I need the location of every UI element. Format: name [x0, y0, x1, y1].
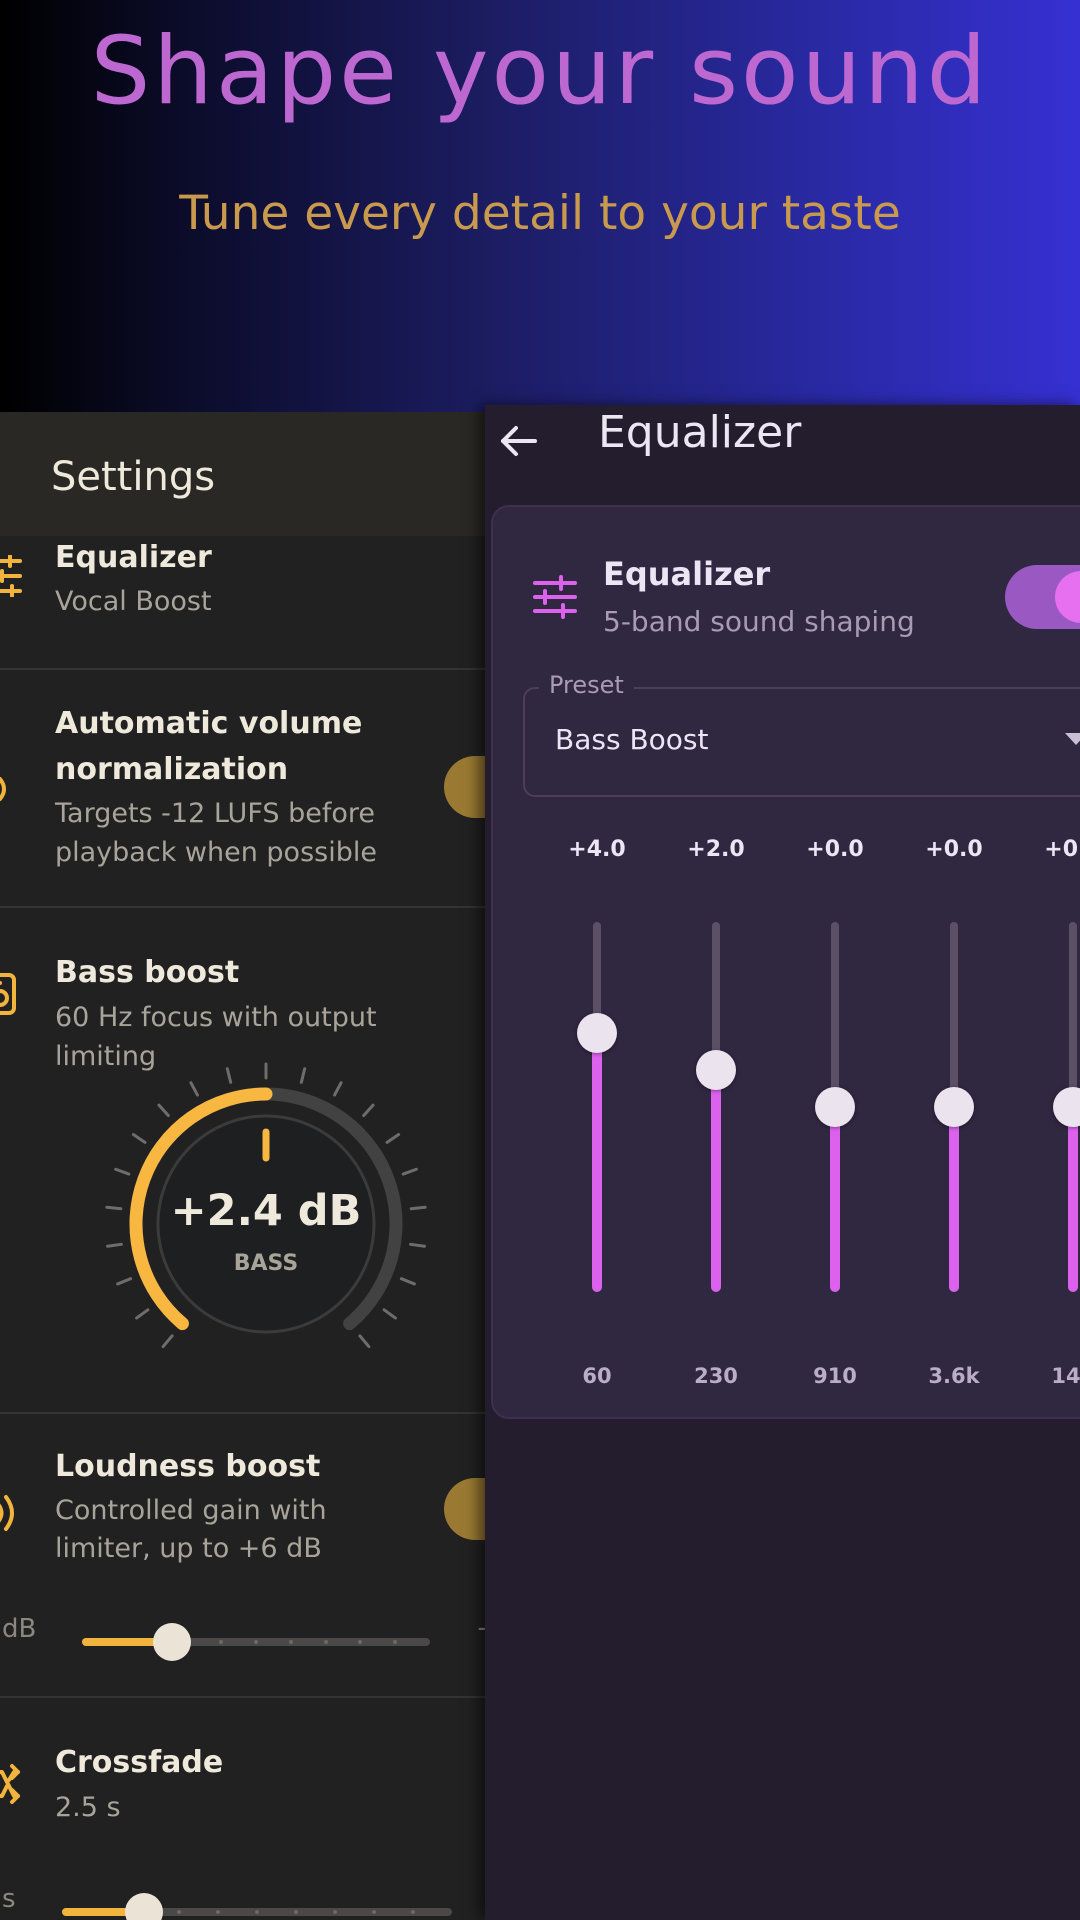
knob-tick: [116, 1277, 133, 1286]
knob-tick: [362, 1103, 375, 1118]
eq-band-fill: [830, 1107, 840, 1292]
knob-tick: [106, 1242, 123, 1248]
knob-tick: [114, 1167, 131, 1176]
knob-tick: [225, 1067, 233, 1084]
hero-title: Shape your sound: [90, 17, 990, 126]
divider: [0, 906, 486, 908]
eq-band-frequency: 3.6k: [928, 1364, 980, 1388]
bass-knob[interactable]: +2.4 dB BASS: [98, 1062, 434, 1352]
slider-tick: [288, 1640, 293, 1644]
normalization-desc-line1: Targets -12 LUFS before: [55, 798, 375, 829]
volume-icon: [0, 1495, 14, 1531]
settings-app-bar: Settings: [0, 412, 486, 536]
speaker-box-icon: [0, 973, 16, 1015]
slider-tick: [177, 1910, 181, 1914]
normalization-title-line1: Automatic volume: [55, 706, 363, 741]
slider-thumb[interactable]: [124, 1893, 163, 1920]
crossfade-subtitle: 2.5 s: [55, 1792, 121, 1823]
eq-band-frequency: 230: [694, 1364, 738, 1388]
knob-tick: [333, 1081, 343, 1097]
loudness-min-label: dB: [2, 1614, 37, 1644]
crossfade-slider[interactable]: [62, 1892, 452, 1920]
slider-tick: [216, 1910, 220, 1914]
eq-band-230: +2.0 230: [656, 507, 776, 1421]
equalizer-card: Equalizer 5-band sound shaping Preset Ba…: [491, 505, 1080, 1419]
slider-tick: [254, 1640, 258, 1644]
knob-tick: [161, 1334, 174, 1349]
equalizer-screen-title: Equalizer: [598, 407, 802, 458]
eq-band-thumb[interactable]: [815, 1087, 855, 1127]
eq-band-thumb[interactable]: [577, 1013, 617, 1053]
eq-band-thumb[interactable]: [1053, 1087, 1080, 1127]
eq-band-frequency: 60: [582, 1364, 612, 1388]
divider: [0, 668, 486, 670]
slider-tick: [255, 1910, 259, 1914]
eq-band-frequency: 910: [813, 1364, 857, 1388]
eq-band-60: +4.0 60: [537, 507, 657, 1421]
crossfade-title: Crossfade: [55, 1745, 224, 1780]
divider: [0, 1412, 486, 1414]
eq-band-fill: [711, 1070, 721, 1292]
knob-tick: [135, 1308, 150, 1320]
knob-tick: [401, 1167, 418, 1176]
knob-tick: [409, 1205, 427, 1211]
slider-thumb[interactable]: [153, 1623, 192, 1661]
bass-boost-title: Bass boost: [55, 955, 240, 990]
normalization-desc-line2: playback when possible: [55, 837, 377, 868]
hero-subtitle: Tune every detail to your taste: [179, 186, 901, 241]
knob-tick: [299, 1067, 307, 1084]
normalization-toggle[interactable]: [444, 756, 486, 818]
eq-band-fill: [949, 1107, 959, 1292]
knob-tick: [385, 1133, 401, 1144]
eq-band-thumb[interactable]: [696, 1050, 736, 1090]
settings-screen: Settings Equalizer Vocal Boost Automatic…: [0, 412, 486, 1920]
normalization-title-line2: normalization: [55, 752, 289, 787]
knob-tick: [131, 1133, 147, 1144]
speaker-icon: [0, 777, 6, 801]
loudness-slider[interactable]: [82, 1622, 430, 1662]
divider: [0, 1696, 486, 1698]
knob-tick: [157, 1103, 170, 1118]
eq-band-gain: +0.0: [806, 837, 864, 862]
settings-title: Settings: [51, 454, 216, 500]
equalizer-setting-title: Equalizer: [55, 540, 212, 575]
slider-tick: [372, 1910, 376, 1914]
knob-tick: [358, 1334, 371, 1349]
knob-tick: [189, 1081, 199, 1097]
hero-banner: Shape your sound Tune every detail to yo…: [0, 0, 1080, 412]
slider-tick: [411, 1910, 415, 1914]
shuffle-icon: [0, 1764, 20, 1804]
equalizer-setting-subtitle: Vocal Boost: [55, 586, 212, 617]
knob-label: BASS: [234, 1251, 299, 1276]
eq-band-gain: +0.0: [1044, 837, 1080, 862]
knob-tick: [399, 1277, 416, 1286]
loudness-title: Loudness boost: [55, 1449, 321, 1484]
loudness-desc-line2: limiter, up to +6 dB: [55, 1533, 322, 1564]
eq-band-gain: +4.0: [568, 837, 626, 862]
sliders-icon: [0, 555, 22, 597]
crossfade-min-label: s: [2, 1884, 16, 1914]
eq-band-fill: [1068, 1107, 1078, 1292]
slider-tick: [333, 1910, 337, 1914]
eq-band-fill: [592, 1033, 602, 1292]
loudness-desc-line1: Controlled gain with: [55, 1495, 327, 1526]
slider-tick: [294, 1910, 298, 1914]
eq-band-gain: +0.0: [925, 837, 983, 862]
knob-tick: [105, 1205, 123, 1211]
knob-value: +2.4 dB: [171, 1186, 362, 1236]
eq-band-14k: +0.0 14k: [1013, 507, 1080, 1421]
slider-tick: [323, 1640, 328, 1644]
knob-tick: [382, 1308, 397, 1320]
loudness-toggle[interactable]: [444, 1478, 486, 1540]
eq-band-gain: +2.0: [687, 837, 745, 862]
equalizer-screen: Equalizer Equalizer 5-band sound shaping…: [485, 405, 1080, 1920]
eq-band-910: +0.0 910: [775, 507, 895, 1421]
eq-band-3.6k: +0.0 3.6k: [894, 507, 1014, 1421]
eq-band-frequency: 14k: [1051, 1364, 1080, 1388]
arrow-left-icon[interactable]: [491, 411, 551, 471]
knob-tick: [409, 1242, 426, 1248]
eq-band-thumb[interactable]: [934, 1087, 974, 1127]
